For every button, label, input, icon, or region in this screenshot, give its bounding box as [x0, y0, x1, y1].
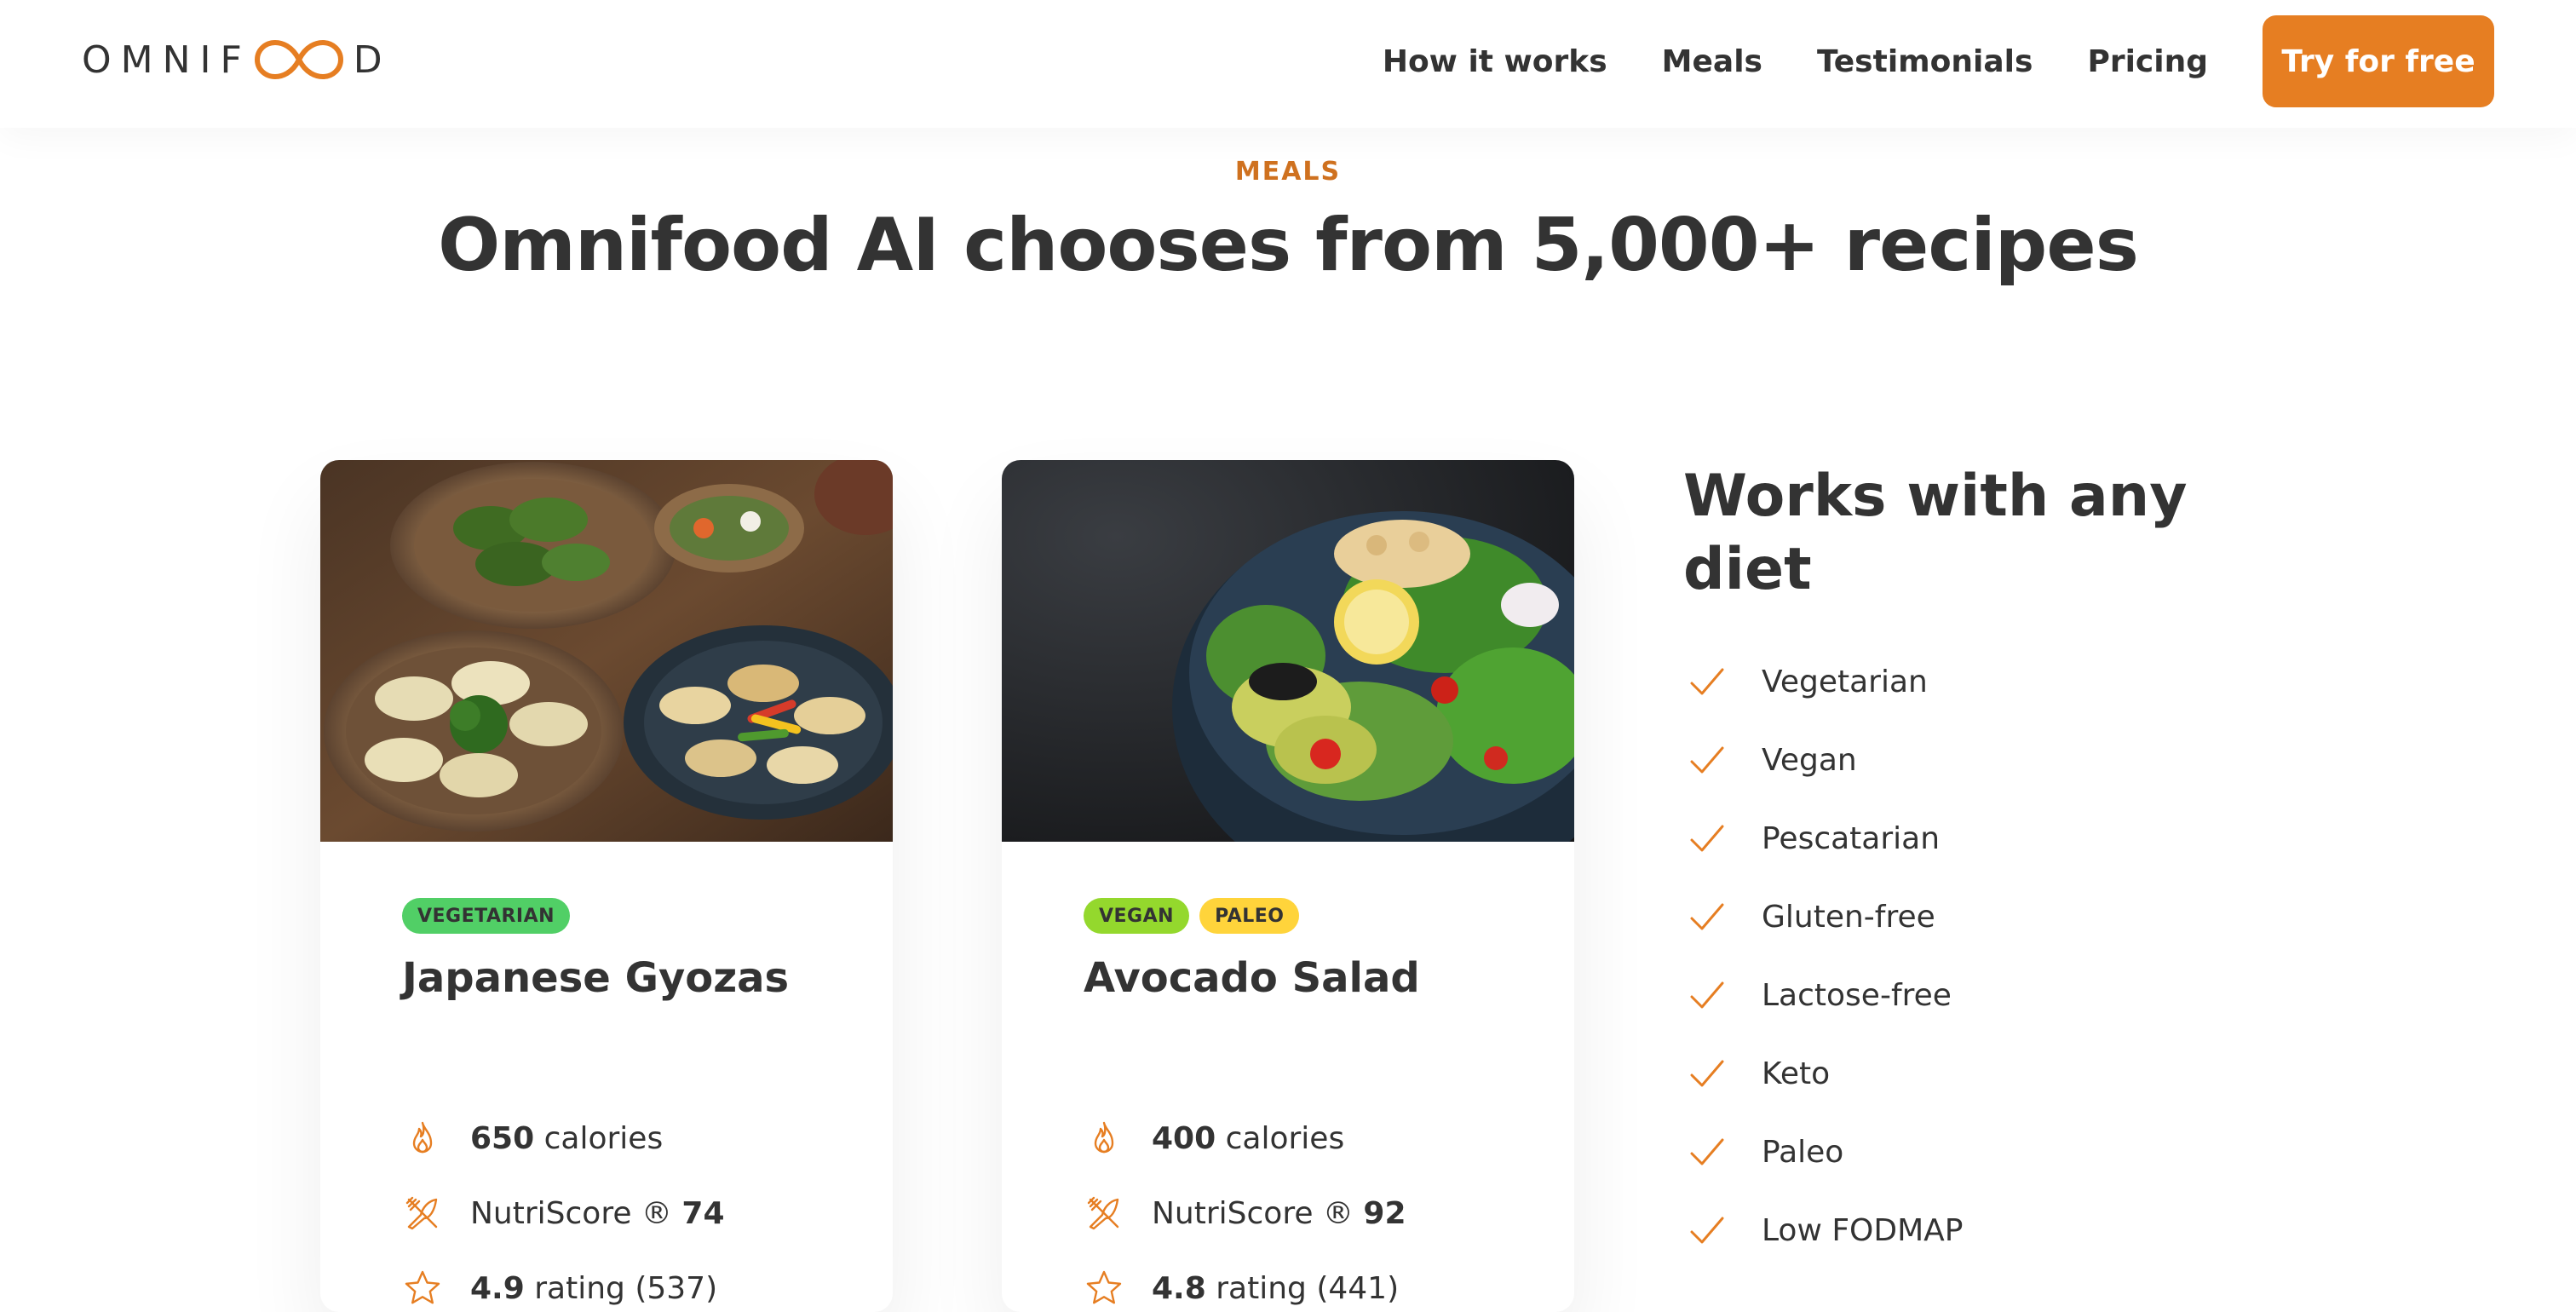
- star-icon: [405, 1270, 440, 1304]
- diet-item-low-fodmap: Low FODMAP: [1683, 1205, 1964, 1256]
- section-heading: Omnifood AI chooses from 5,000+ recipes: [438, 203, 2139, 288]
- calories-value: 400: [1152, 1120, 1216, 1156]
- checkmark-icon: [1690, 668, 1724, 695]
- checkmark-icon: [1690, 825, 1724, 852]
- meal-nutriscore: NutriScore ® 74: [402, 1188, 725, 1239]
- checkmark-icon: [1690, 1060, 1724, 1087]
- section-subheading: MEALS: [1234, 157, 1342, 187]
- diet-item-vegan: Vegan: [1683, 734, 1857, 785]
- nutriscore-label: NutriScore ®: [1152, 1195, 1354, 1231]
- diet-label: Vegan: [1762, 742, 1857, 778]
- calories-label: calories: [543, 1120, 664, 1156]
- rating-value: 4.9: [470, 1270, 525, 1306]
- avocado-salad-photo: [1002, 460, 1574, 842]
- try-for-free-button[interactable]: Try for free: [2263, 15, 2494, 107]
- diet-item-pescatarian: Pescatarian: [1683, 813, 1940, 864]
- nav-link-how-it-works[interactable]: How it works: [1383, 44, 1607, 79]
- checkmark-icon: [1690, 903, 1724, 930]
- checkmark-icon: [1690, 1138, 1724, 1165]
- diet-item-paleo: Paleo: [1683, 1126, 1843, 1177]
- infinity-logo-icon: [254, 39, 343, 80]
- logo-text-right: D: [353, 37, 392, 82]
- calories-value: 650: [470, 1120, 535, 1156]
- meal-rating: 4.8 rating (441): [1084, 1263, 1399, 1312]
- flame-icon: [412, 1121, 433, 1154]
- diet-label: Paleo: [1762, 1134, 1844, 1170]
- rating-value: 4.8: [1152, 1270, 1206, 1306]
- meal-calories: 650 calories: [402, 1113, 663, 1164]
- flame-icon: [1094, 1121, 1114, 1154]
- nav-link-meals[interactable]: Meals: [1662, 44, 1762, 79]
- meal-card: VEGETARIAN Japanese Gyozas 650 calories …: [320, 460, 893, 1312]
- meal-nutriscore: NutriScore ® 92: [1084, 1188, 1406, 1239]
- omnifood-logo[interactable]: OMNIF D: [82, 37, 392, 82]
- main-nav: How it works Meals Testimonials Pricing …: [1383, 15, 2494, 107]
- logo-text-left: OMNIF: [82, 37, 251, 82]
- meal-title: Japanese Gyozas: [402, 954, 790, 1002]
- diet-label: Gluten-free: [1762, 899, 1935, 935]
- checkmark-icon: [1690, 981, 1724, 1009]
- diet-label: Low FODMAP: [1762, 1212, 1964, 1248]
- tag-paleo: PALEO: [1199, 898, 1300, 934]
- diet-label: Pescatarian: [1762, 820, 1941, 856]
- diet-label: Lactose-free: [1762, 977, 1952, 1013]
- diet-label: Vegetarian: [1762, 664, 1928, 699]
- star-icon: [1086, 1270, 1122, 1304]
- fork-knife-icon: [1087, 1196, 1119, 1230]
- diet-label: Keto: [1762, 1056, 1831, 1091]
- checkmark-icon: [1690, 1217, 1724, 1244]
- meal-card: VEGAN PALEO Avocado Salad 400 calories N…: [1002, 460, 1574, 1312]
- diet-item-vegetarian: Vegetarian: [1683, 656, 1928, 707]
- nav-link-testimonials[interactable]: Testimonials: [1817, 44, 2033, 79]
- diet-item-lactose-free: Lactose-free: [1683, 970, 1952, 1021]
- site-header: OMNIF D How it works Meals Testimonials …: [0, 0, 2576, 128]
- nutriscore-value: 74: [681, 1195, 725, 1231]
- gyoza-photo: [320, 460, 893, 842]
- rating-label: rating (537): [534, 1270, 718, 1306]
- calories-label: calories: [1225, 1120, 1345, 1156]
- meal-tags: VEGETARIAN: [402, 898, 571, 934]
- meal-title: Avocado Salad: [1084, 954, 1420, 1002]
- meal-calories: 400 calories: [1084, 1113, 1344, 1164]
- diets-title: Works with any diet: [1683, 463, 2188, 603]
- checkmark-icon: [1690, 746, 1724, 774]
- nutriscore-value: 92: [1363, 1195, 1406, 1231]
- diet-item-keto: Keto: [1683, 1048, 1830, 1099]
- tag-vegan: VEGAN: [1084, 898, 1190, 934]
- rating-label: rating (441): [1216, 1270, 1400, 1306]
- nav-link-pricing[interactable]: Pricing: [2087, 44, 2208, 79]
- meal-tags: VEGAN PALEO: [1084, 898, 1300, 934]
- diet-item-gluten-free: Gluten-free: [1683, 891, 1935, 942]
- nutriscore-label: NutriScore ®: [470, 1195, 672, 1231]
- meal-rating: 4.9 rating (537): [402, 1263, 717, 1312]
- tag-vegetarian: VEGETARIAN: [402, 898, 571, 934]
- fork-knife-icon: [405, 1196, 438, 1230]
